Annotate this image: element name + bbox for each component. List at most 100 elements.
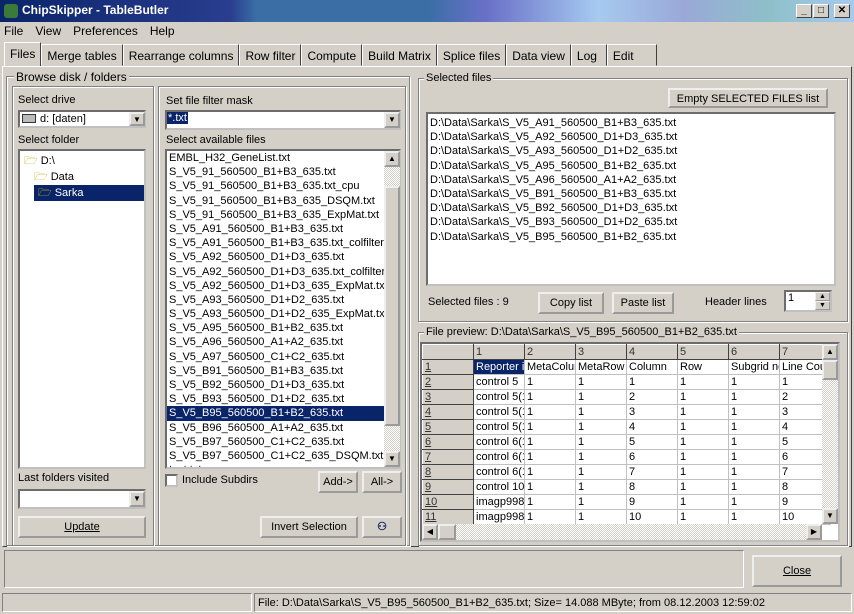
grid-cell[interactable]: 1 bbox=[575, 374, 627, 390]
grid-cell[interactable]: control 5 bbox=[473, 374, 525, 390]
scroll-up-button[interactable]: ▲ bbox=[384, 151, 400, 167]
grid-scroll-right[interactable]: ▶ bbox=[806, 524, 822, 540]
close-button[interactable]: Close bbox=[752, 555, 842, 587]
file-list-item[interactable]: S_V5_B96_560500_A1+A2_635.txt bbox=[167, 421, 399, 435]
grid-cell[interactable]: 1 bbox=[728, 479, 780, 495]
tab-row-filter[interactable]: Row filter bbox=[239, 44, 302, 66]
grid-cell[interactable]: 1 bbox=[524, 479, 576, 495]
selected-file-item[interactable]: D:\Data\Sarka\S_V5_A91_560500_B1+B3_635.… bbox=[428, 116, 834, 130]
grid-cell[interactable]: 3 bbox=[626, 404, 678, 420]
scroll-thumb[interactable] bbox=[384, 186, 400, 426]
preview-grid[interactable]: 12345671Reporter idMetaColumnMetaRowColu… bbox=[420, 342, 840, 542]
maximize-button[interactable]: □ bbox=[813, 4, 829, 18]
selected-file-item[interactable]: D:\Data\Sarka\S_V5_A93_560500_D1+D2_635.… bbox=[428, 144, 834, 158]
grid-cell[interactable]: Column bbox=[626, 359, 678, 375]
grid-cell[interactable]: control 6(1 bbox=[473, 449, 525, 465]
grid-cell[interactable]: 1 bbox=[677, 374, 729, 390]
row-header[interactable]: 1 bbox=[422, 359, 474, 375]
grid-cell[interactable]: 7 bbox=[626, 464, 678, 480]
grid-cell[interactable]: MetaColumn bbox=[524, 359, 576, 375]
grid-cell[interactable]: imagp998l bbox=[473, 494, 525, 510]
grid-cell[interactable]: 1 bbox=[728, 374, 780, 390]
row-header[interactable]: 2 bbox=[422, 374, 474, 390]
grid-cell[interactable]: 10 bbox=[626, 509, 678, 525]
grid-cell[interactable]: 1 bbox=[524, 434, 576, 450]
tab-log[interactable]: Log bbox=[570, 44, 607, 66]
selected-file-item[interactable]: D:\Data\Sarka\S_V5_A92_560500_D1+D3_635.… bbox=[428, 130, 834, 144]
grid-cell[interactable]: Row bbox=[677, 359, 729, 375]
grid-cell[interactable]: 1 bbox=[575, 494, 627, 510]
file-list-item[interactable]: S_V5_A92_560500_D1+D3_635.txt_colfilter bbox=[167, 265, 399, 279]
file-list-item[interactable]: S_V5_B97_560500_C1+C2_635.txt bbox=[167, 435, 399, 449]
folder-item[interactable]: 🗁 Sarka bbox=[34, 185, 144, 201]
file-list-item[interactable]: S_V5_B91_560500_B1+B3_635.txt bbox=[167, 364, 399, 378]
tab-data-view[interactable]: Data view bbox=[506, 44, 571, 66]
filter-mask-dropdown[interactable]: ▼ bbox=[384, 112, 400, 128]
file-list-item[interactable]: S_V5_91_560500_B1+B3_635_ExpMat.txt bbox=[167, 208, 399, 222]
available-files-list[interactable]: EMBL_H32_GeneList.txt S_V5_91_560500_B1+B… bbox=[165, 149, 401, 469]
file-list-item[interactable]: S_V5_91_560500_B1+B3_635.txt bbox=[167, 165, 399, 179]
grid-cell[interactable]: 1 bbox=[524, 389, 576, 405]
tab-compute[interactable]: Compute bbox=[301, 44, 363, 66]
file-list-item[interactable]: S_V5_A93_560500_D1+D2_635.txt bbox=[167, 293, 399, 307]
file-list-item[interactable]: S_V5_B97_560500_C1+C2_635_DSQM.txt bbox=[167, 449, 399, 463]
column-header[interactable]: 6 bbox=[728, 344, 780, 360]
copy-list-button[interactable]: Copy list bbox=[538, 292, 604, 314]
filter-mask-input[interactable]: *.txt bbox=[165, 110, 401, 130]
last-folders-dropdown[interactable]: ▼ bbox=[129, 491, 145, 507]
file-list-item[interactable]: S_V5_B93_560500_D1+D2_635.txt bbox=[167, 392, 399, 406]
selected-file-item[interactable]: D:\Data\Sarka\S_V5_A95_560500_B1+B2_635.… bbox=[428, 159, 834, 173]
grid-scroll-left[interactable]: ◀ bbox=[422, 524, 438, 540]
grid-cell[interactable]: 1 bbox=[677, 494, 729, 510]
grid-cell[interactable]: 1 bbox=[728, 509, 780, 525]
file-list-item[interactable]: S_V5_A96_560500_A1+A2_635.txt bbox=[167, 335, 399, 349]
file-list-item[interactable]: S_V5_A91_560500_B1+B3_635.txt_colfilter bbox=[167, 236, 399, 250]
file-list-item[interactable]: EMBL_H32_GeneList.txt bbox=[167, 151, 399, 165]
include-subdirs-checkbox[interactable] bbox=[165, 474, 178, 487]
file-list-item[interactable]: S_V5_A93_560500_D1+D2_635_ExpMat.txt bbox=[167, 307, 399, 321]
grid-vscroll-thumb[interactable] bbox=[822, 360, 838, 380]
selected-file-item[interactable]: D:\Data\Sarka\S_V5_A96_560500_A1+A2_635.… bbox=[428, 173, 834, 187]
grid-cell[interactable]: 1 bbox=[677, 479, 729, 495]
menu-preferences[interactable]: Preferences bbox=[73, 24, 138, 38]
grid-cell[interactable]: control 10 bbox=[473, 479, 525, 495]
column-header[interactable]: 2 bbox=[524, 344, 576, 360]
grid-cell[interactable]: control 5(1 bbox=[473, 389, 525, 405]
paste-list-button[interactable]: Paste list bbox=[612, 292, 674, 314]
grid-cell[interactable]: 8 bbox=[626, 479, 678, 495]
grid-hscroll-thumb[interactable] bbox=[438, 524, 456, 540]
grid-cell[interactable]: 6 bbox=[626, 449, 678, 465]
grid-cell[interactable]: 1 bbox=[626, 374, 678, 390]
row-header[interactable]: 7 bbox=[422, 449, 474, 465]
grid-cell[interactable]: 1 bbox=[524, 464, 576, 480]
grid-cell[interactable]: control 5(1 bbox=[473, 404, 525, 420]
grid-cell[interactable]: control 5(1 bbox=[473, 419, 525, 435]
tab-splice-files[interactable]: Splice files bbox=[436, 44, 507, 66]
column-header[interactable]: 1 bbox=[473, 344, 525, 360]
drive-select[interactable]: d: [daten] bbox=[18, 110, 146, 128]
grid-scroll-up[interactable]: ▲ bbox=[822, 344, 838, 360]
grid-cell[interactable]: 1 bbox=[677, 404, 729, 420]
folder-item[interactable]: 🗁 D:\ bbox=[24, 153, 144, 169]
grid-cell[interactable]: control 6(1 bbox=[473, 434, 525, 450]
tab-edit[interactable]: Edit bbox=[606, 44, 657, 66]
file-list-item[interactable]: S_V5_A92_560500_D1+D3_635.txt bbox=[167, 250, 399, 264]
grid-cell[interactable]: 2 bbox=[626, 389, 678, 405]
grid-cell[interactable]: 1 bbox=[575, 449, 627, 465]
grid-vscrollbar[interactable] bbox=[822, 380, 838, 508]
menu-help[interactable]: Help bbox=[150, 24, 175, 38]
spin-down-button[interactable]: ▼ bbox=[815, 301, 830, 310]
grid-cell[interactable]: 1 bbox=[677, 449, 729, 465]
add-all-button[interactable]: All-> bbox=[362, 471, 402, 493]
menu-view[interactable]: View bbox=[35, 24, 61, 38]
grid-cell[interactable]: 1 bbox=[575, 434, 627, 450]
file-list-item[interactable]: S_V5_A92_560500_D1+D3_635_ExpMat.txt bbox=[167, 279, 399, 293]
grid-cell[interactable]: 1 bbox=[677, 464, 729, 480]
grid-cell[interactable]: 1 bbox=[575, 419, 627, 435]
binoculars-search-button[interactable]: ⚇ bbox=[362, 516, 402, 538]
grid-hscrollbar[interactable] bbox=[422, 524, 822, 540]
grid-cell[interactable]: imagp998d bbox=[473, 509, 525, 525]
grid-cell[interactable]: 1 bbox=[728, 434, 780, 450]
file-list-item[interactable]: test.txt bbox=[167, 463, 399, 467]
selected-file-item[interactable]: D:\Data\Sarka\S_V5_B91_560500_B1+B3_635.… bbox=[428, 187, 834, 201]
